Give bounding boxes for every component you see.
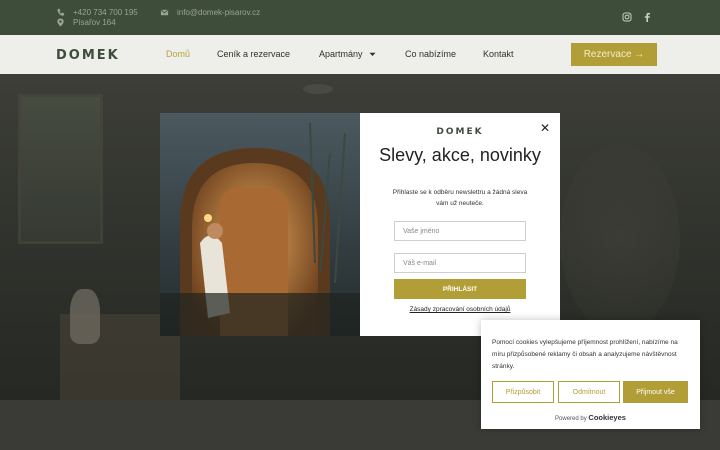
popup-sauna-image	[160, 113, 360, 336]
close-icon[interactable]: ✕	[540, 121, 550, 135]
powered-by-label: Powered by	[555, 416, 587, 422]
nav-link-home[interactable]: Domů	[166, 49, 190, 59]
phone-icon	[57, 8, 65, 16]
location-pin-icon	[57, 18, 64, 27]
phone-contact[interactable]: +420 734 700 195	[56, 8, 138, 17]
hero-window	[18, 94, 103, 244]
nav-link-offer[interactable]: Co nabízíme	[405, 49, 456, 59]
instagram-icon	[622, 12, 632, 22]
hero-lamp	[303, 84, 333, 94]
nav-link-apartments-label: Apartmány	[319, 49, 363, 59]
subscribe-button[interactable]: PŘIHLÁSIT	[394, 279, 526, 299]
phone-number: +420 734 700 195	[73, 8, 138, 17]
site-logo[interactable]: DOMEK	[56, 48, 120, 63]
nav-link-contact[interactable]: Kontakt	[483, 49, 514, 59]
cookieyes-logo: Cookieyes	[588, 413, 626, 422]
cookie-powered-by: Powered by Cookieyes	[481, 413, 700, 422]
cookie-accept-button[interactable]: Přijmout vše	[623, 381, 688, 403]
newsletter-popup: DOMEK ✕ Slevy, akce, novinky Přihlaste s…	[360, 113, 560, 336]
cookie-banner: Pomocí cookies vylepšujeme příjemnost pr…	[481, 320, 700, 429]
name-input[interactable]: Vaše jméno	[394, 221, 526, 241]
cookie-customize-button[interactable]: Přizpůsobit	[492, 381, 554, 403]
facebook-link[interactable]	[643, 12, 651, 22]
reservation-button[interactable]: Rezervace →	[571, 43, 657, 66]
address-contact: Písařov 164	[56, 18, 116, 27]
address-text: Písařov 164	[73, 18, 116, 27]
sauna-illustration	[160, 113, 360, 336]
popup-logo: DOMEK	[436, 127, 484, 137]
facebook-icon	[644, 12, 650, 22]
top-info-bar: +420 734 700 195 info@domek-pisarov.cz P…	[0, 0, 720, 35]
cookie-text: Pomocí cookies vylepšujeme příjemnost pr…	[492, 339, 678, 370]
cookie-reject-button[interactable]: Odmítnout	[558, 381, 620, 403]
hero-vase	[70, 289, 100, 344]
chevron-down-icon	[369, 52, 376, 56]
hero-plant	[560, 144, 680, 334]
instagram-link[interactable]	[622, 12, 632, 22]
privacy-policy-link[interactable]: Zásady zpracování osobních údajů	[360, 306, 560, 313]
popup-subtitle: Přihlaste se k odběru newslettru a žádná…	[392, 189, 528, 207]
envelope-icon	[160, 9, 169, 16]
popup-title: Slevy, akce, novinky	[379, 145, 541, 165]
nav-link-pricing[interactable]: Ceník a rezervace	[217, 49, 290, 59]
email-input[interactable]: Váš e-mail	[394, 253, 526, 273]
email-address: info@domek-pisarov.cz	[177, 8, 261, 17]
email-contact[interactable]: info@domek-pisarov.cz	[160, 8, 260, 17]
nav-link-apartments[interactable]: Apartmány	[319, 49, 376, 59]
